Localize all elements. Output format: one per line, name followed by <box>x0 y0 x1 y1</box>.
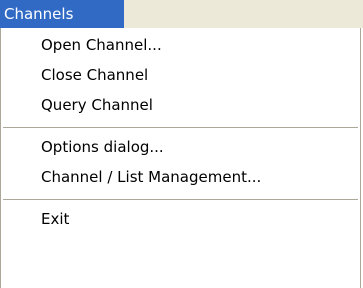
menu-bar: Channels <box>0 0 363 28</box>
channel-list-management-menu-item[interactable]: Channel / List Management... <box>1 162 360 192</box>
menu-separator <box>3 127 358 128</box>
exit-menu-item[interactable]: Exit <box>1 204 360 234</box>
menu-bar-empty-area <box>124 0 363 28</box>
channels-dropdown-menu: Open Channel... Close Channel Query Chan… <box>0 28 361 288</box>
query-channel-menu-item[interactable]: Query Channel <box>1 90 360 120</box>
channels-menu-title[interactable]: Channels <box>0 0 124 28</box>
options-dialog-menu-item[interactable]: Options dialog... <box>1 132 360 162</box>
close-channel-menu-item[interactable]: Close Channel <box>1 60 360 90</box>
open-channel-menu-item[interactable]: Open Channel... <box>1 30 360 60</box>
menu-separator <box>3 199 358 200</box>
